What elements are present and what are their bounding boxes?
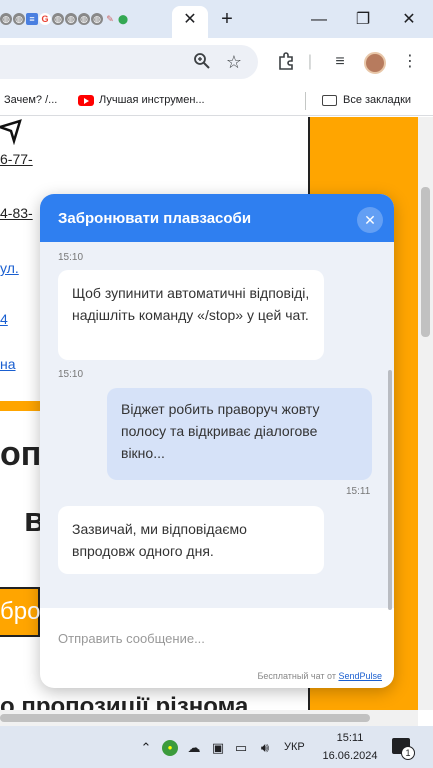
tab-favicons: ◍ ◍ ≡ G ◍ ◍ ◍ ◍ ✎ ⬤	[0, 9, 129, 29]
browser-toolbar: ☆ | ≡ ⋮	[0, 38, 433, 86]
globe-icon[interactable]: ◍	[78, 13, 90, 25]
maps-icon[interactable]: ⬤	[117, 13, 129, 25]
orange-divider	[0, 401, 40, 411]
page-subheading: о пропозиції різнома	[0, 693, 249, 710]
bookmark-item[interactable]: Зачем? /...	[4, 94, 57, 106]
toolbar-divider: |	[307, 53, 313, 70]
chat-header: Забронювати плавзасоби ✕	[40, 194, 394, 242]
profile-avatar[interactable]	[364, 52, 386, 74]
globe-icon[interactable]: ◍	[65, 13, 77, 25]
star-logo-icon	[0, 119, 22, 146]
message-time: 15:10	[58, 369, 84, 380]
pencil-icon[interactable]: ✎	[104, 13, 116, 25]
phone-link[interactable]: 6-77-	[0, 151, 33, 167]
volume-icon[interactable]: 🔊︎	[257, 740, 273, 756]
page-heading: оп	[0, 435, 42, 473]
sendpulse-link[interactable]: SendPulse	[338, 671, 382, 681]
youtube-icon	[78, 94, 94, 106]
globe-icon[interactable]: ◍	[91, 13, 103, 25]
restore-button[interactable]: ❐	[348, 8, 378, 32]
language-indicator[interactable]: УКР	[284, 741, 305, 753]
close-tab-icon[interactable]: ✕	[180, 10, 200, 30]
clock-date[interactable]: 16.06.2024	[320, 750, 380, 762]
battery-icon[interactable]: ▭	[233, 740, 249, 756]
docs-icon[interactable]: ≡	[26, 13, 38, 25]
security-tray-icon[interactable]: •	[162, 740, 178, 756]
message-input[interactable]: Отправить сообщение...	[58, 631, 205, 646]
window-close-button[interactable]: ✕	[394, 8, 424, 32]
globe-icon[interactable]: ◍	[13, 13, 25, 25]
media-queue-icon[interactable]: ≡	[330, 52, 350, 72]
chevron-up-icon[interactable]: ⌃	[138, 740, 154, 756]
message-time: 15:11	[346, 486, 371, 497]
minimize-button[interactable]: —	[304, 8, 334, 32]
bookmark-label: Лучшая инструмен...	[99, 94, 205, 106]
user-message: Віджет робить праворуч жовту полосу та в…	[107, 388, 372, 480]
booking-button[interactable]: бро	[0, 587, 40, 637]
extensions-icon[interactable]	[276, 52, 296, 72]
address-link[interactable]: ул.	[0, 260, 19, 276]
bot-message: Зазвичай, ми відповідаємо впродовж одног…	[58, 506, 324, 574]
chat-widget: Забронювати плавзасоби ✕ 15:10 Щоб зупин…	[40, 194, 394, 688]
windows-taskbar: ⌃ • ☁ ▣ ▭ 🔊︎ УКР 15:11 16.06.2024 1	[0, 726, 433, 768]
chat-title: Забронювати плавзасоби	[58, 210, 252, 227]
scrollbar-thumb[interactable]	[0, 714, 370, 722]
bookmark-item-youtube[interactable]: Лучшая инструмен...	[78, 94, 205, 106]
all-bookmarks-button[interactable]: Все закладки	[322, 94, 411, 106]
bookmarks-bar: Зачем? /... Лучшая инструмен... Все закл…	[0, 86, 433, 116]
chat-messages[interactable]: 15:10 Щоб зупинити автоматичні відповіді…	[40, 242, 394, 608]
close-icon[interactable]: ✕	[357, 207, 383, 233]
notification-badge: 1	[401, 746, 415, 760]
phone-link[interactable]: 4-83-	[0, 205, 33, 221]
folder-icon	[322, 94, 337, 106]
google-icon[interactable]: G	[39, 13, 51, 25]
cloud-icon[interactable]: ☁	[186, 740, 202, 756]
browser-menu-icon[interactable]: ⋮	[400, 52, 420, 72]
chat-scrollbar[interactable]	[388, 370, 392, 610]
tab-strip: ◍ ◍ ≡ G ◍ ◍ ◍ ◍ ✎ ⬤ ✕ + — ❐ ✕	[0, 0, 433, 38]
globe-icon[interactable]: ◍	[0, 13, 12, 25]
vertical-scrollbar[interactable]	[418, 117, 433, 710]
globe-icon[interactable]: ◍	[52, 13, 64, 25]
zoom-icon[interactable]	[192, 52, 212, 72]
page-link[interactable]: на	[0, 356, 16, 372]
horizontal-scrollbar[interactable]	[0, 710, 418, 726]
page-link[interactable]: 4	[0, 311, 8, 327]
message-time: 15:10	[58, 252, 84, 263]
clock-time[interactable]: 15:11	[330, 732, 370, 744]
new-tab-button[interactable]: +	[216, 8, 238, 30]
all-bookmarks-label: Все закладки	[343, 94, 412, 106]
bookmarks-divider	[305, 92, 306, 110]
footer-text: Бесплатный чат от	[257, 671, 336, 681]
address-bar[interactable]	[0, 45, 258, 79]
bot-message: Щоб зупинити автоматичні відповіді, наді…	[58, 270, 324, 360]
scrollbar-thumb[interactable]	[421, 187, 430, 337]
chat-footer: Бесплатный чат от SendPulse	[40, 671, 382, 681]
bookmark-star-icon[interactable]: ☆	[224, 52, 244, 72]
camera-icon[interactable]: ▣	[210, 740, 226, 756]
